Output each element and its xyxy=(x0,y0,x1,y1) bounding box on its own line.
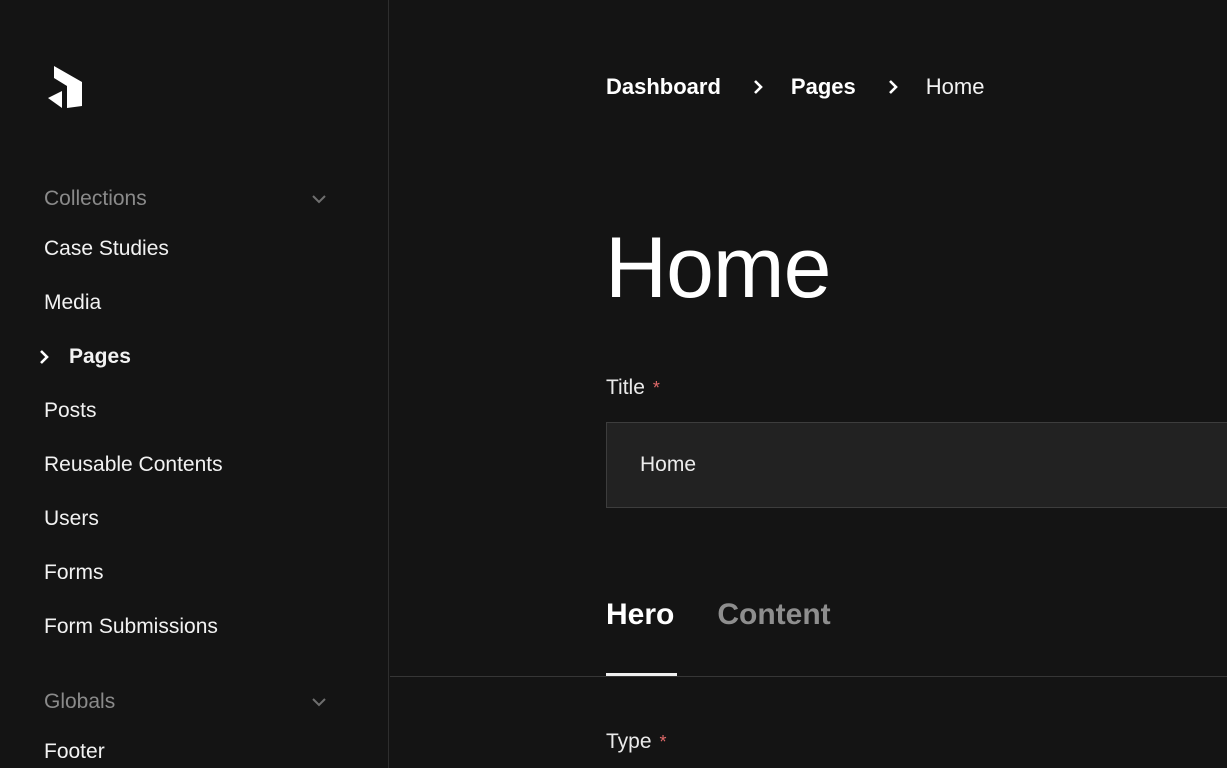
breadcrumb-dashboard[interactable]: Dashboard xyxy=(606,74,721,100)
sidebar-item-forms[interactable]: Forms xyxy=(44,558,104,588)
type-field-label: Type * xyxy=(606,730,667,754)
chevron-right-icon xyxy=(40,350,49,364)
page-title: Home xyxy=(605,220,831,316)
main-content: Dashboard Pages Home Home Title * Hero Co… xyxy=(390,0,1227,768)
title-field-label: Title * xyxy=(606,376,660,400)
type-label-text: Type xyxy=(606,730,652,753)
sidebar-item-footer[interactable]: Footer xyxy=(44,737,105,767)
chevron-down-icon xyxy=(312,195,326,204)
app-window: Collections Case Studies Media Pages Pos… xyxy=(0,0,1227,768)
chevron-right-icon xyxy=(888,80,898,94)
sidebar-item-case-studies[interactable]: Case Studies xyxy=(44,234,169,264)
breadcrumb: Dashboard Pages Home xyxy=(606,72,984,102)
title-label-text: Title xyxy=(606,376,645,399)
tabs-divider xyxy=(390,676,1227,677)
collections-group-toggle[interactable]: Collections xyxy=(44,184,334,214)
payload-logo-icon[interactable] xyxy=(45,64,85,110)
breadcrumb-current: Home xyxy=(925,74,985,99)
sidebar: Collections Case Studies Media Pages Pos… xyxy=(0,0,389,768)
breadcrumb-pages[interactable]: Pages xyxy=(791,74,856,100)
sidebar-item-pages[interactable]: Pages xyxy=(69,342,131,372)
sidebar-item-users[interactable]: Users xyxy=(44,504,99,534)
sidebar-item-reusable-contents[interactable]: Reusable Contents xyxy=(44,450,223,480)
chevron-down-icon xyxy=(312,698,326,707)
tab-content[interactable]: Content xyxy=(717,598,830,642)
title-input[interactable] xyxy=(606,422,1227,508)
tab-hero[interactable]: Hero xyxy=(606,598,674,642)
sidebar-item-posts[interactable]: Posts xyxy=(44,396,97,426)
globals-group-label: Globals xyxy=(44,690,116,713)
required-asterisk: * xyxy=(652,378,660,398)
sidebar-item-form-submissions[interactable]: Form Submissions xyxy=(44,612,218,642)
collections-group-label: Collections xyxy=(44,187,147,210)
chevron-right-icon xyxy=(754,80,763,94)
sidebar-item-media[interactable]: Media xyxy=(44,288,101,318)
globals-group-toggle[interactable]: Globals xyxy=(44,687,334,717)
field-tabs: Hero Content xyxy=(606,598,831,642)
required-asterisk: * xyxy=(659,732,667,752)
